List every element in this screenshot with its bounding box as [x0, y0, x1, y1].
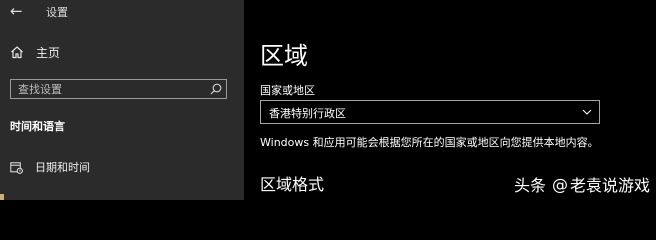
- sidebar-item-date-time[interactable]: 日期和时间: [10, 159, 90, 175]
- sidebar-accent: [0, 194, 4, 200]
- sidebar-item-label: 主页: [36, 45, 61, 60]
- watermark-brand: 头条: [513, 176, 546, 195]
- region-select-value: 香港特别行政区: [269, 107, 346, 120]
- watermark: 头条 @ 老袁说游戏: [514, 172, 650, 196]
- page-title: 区域: [260, 42, 308, 70]
- search-box[interactable]: [10, 79, 227, 99]
- region-info-text: Windows 和应用可能会根据您所在的国家或地区向您提供本地内容。: [260, 136, 599, 149]
- back-arrow-icon[interactable]: ←: [10, 3, 23, 19]
- window-title: 设置: [46, 6, 68, 19]
- section-title-region-format: 区域格式: [260, 175, 325, 194]
- region-field-label: 国家或地区: [260, 84, 315, 97]
- watermark-author: 老袁说游戏: [569, 176, 650, 195]
- main-panel: 区域 国家或地区 香港特别行政区 Windows 和应用可能会根据您所在的国家或…: [244, 0, 656, 200]
- region-select[interactable]: 香港特别行政区: [260, 100, 600, 124]
- sidebar-item-label: 日期和时间: [35, 161, 90, 174]
- search-input[interactable]: [11, 80, 201, 98]
- home-icon: [11, 46, 23, 59]
- search-icon[interactable]: [210, 83, 222, 95]
- sidebar: ← 设置 主页 时间和语言 日期和时间: [0, 0, 244, 200]
- sidebar-item-home[interactable]: 主页: [10, 44, 60, 60]
- watermark-at: @: [551, 174, 568, 194]
- calendar-clock-icon: [10, 161, 23, 174]
- section-heading: 时间和语言: [10, 120, 65, 133]
- chevron-down-icon: [582, 109, 592, 115]
